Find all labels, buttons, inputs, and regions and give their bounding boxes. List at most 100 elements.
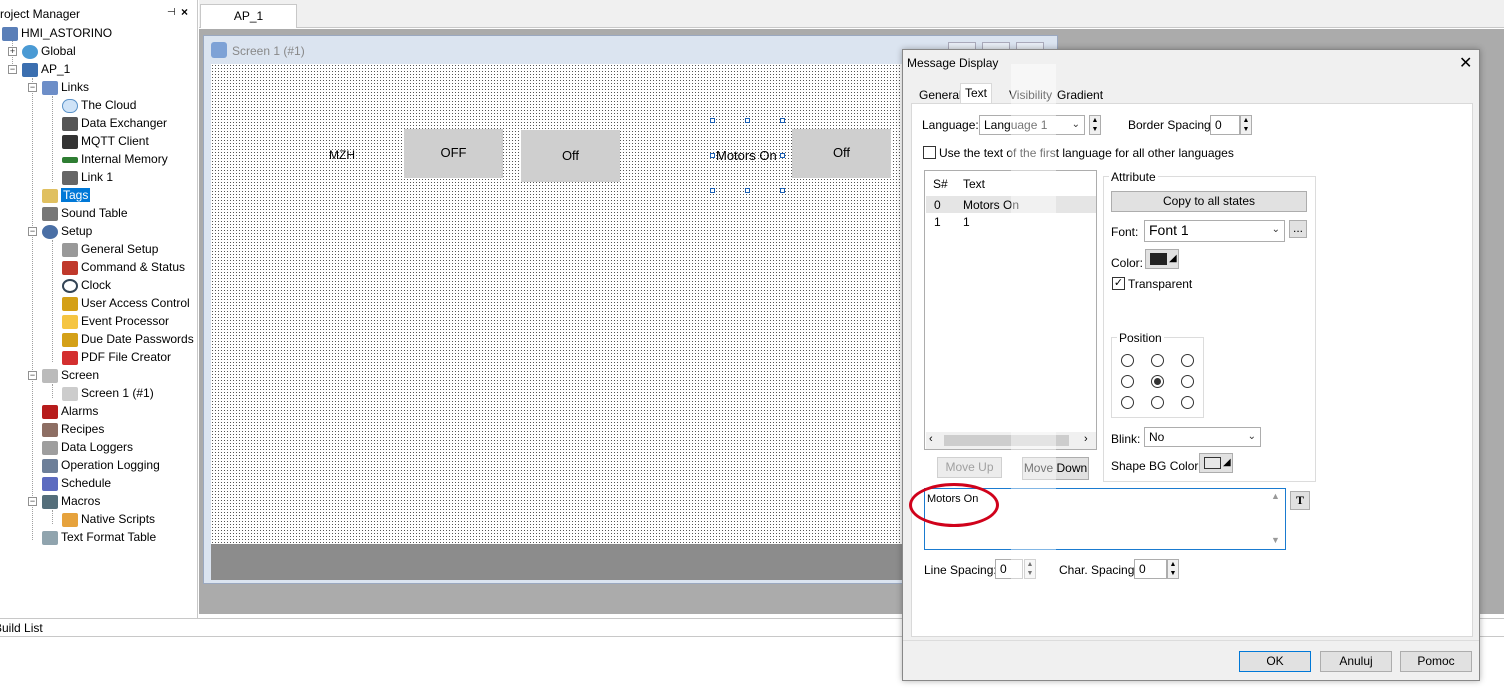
font-more-button[interactable]: ... xyxy=(1289,220,1307,238)
tree-item-sound-table[interactable]: Sound Table xyxy=(42,204,128,222)
tree-item-user-access-control[interactable]: User Access Control xyxy=(62,294,190,312)
resize-handle[interactable] xyxy=(710,188,715,193)
expand-global-icon[interactable]: + xyxy=(8,47,17,56)
globe-icon xyxy=(22,44,38,59)
scroll-down-icon[interactable]: ▼ xyxy=(1271,535,1280,545)
position-bottom-right-radio[interactable] xyxy=(1181,396,1194,409)
tab-text[interactable]: Text xyxy=(960,83,993,104)
log-icon xyxy=(42,458,58,473)
tree-item-screen[interactable]: Screen xyxy=(42,366,99,384)
resize-handle[interactable] xyxy=(780,153,785,158)
tree-item-due-date-passwords[interactable]: Due Date Passwords xyxy=(62,330,194,348)
tree-item-screen-1[interactable]: Screen 1 (#1) xyxy=(62,384,154,402)
build-list-label[interactable]: Build List xyxy=(0,621,43,635)
user-icon xyxy=(62,296,78,311)
language-spinner[interactable]: ▲ ▼ xyxy=(1089,115,1101,135)
collapse-screen-icon[interactable]: − xyxy=(28,371,37,380)
macro-icon xyxy=(42,494,58,509)
position-middle-right-radio[interactable] xyxy=(1181,375,1194,388)
font-select[interactable]: Font 1 ⌄ xyxy=(1144,220,1285,242)
resize-handle[interactable] xyxy=(710,153,715,158)
logger-icon xyxy=(42,440,58,455)
scroll-up-icon[interactable]: ▲ xyxy=(1271,491,1280,501)
resize-handle[interactable] xyxy=(780,188,785,193)
label-mzh[interactable]: MZH xyxy=(329,148,355,162)
tree-item-general-setup[interactable]: General Setup xyxy=(62,240,158,258)
tree-item-global[interactable]: Global xyxy=(22,42,76,60)
tree-item-mqtt-client[interactable]: MQTT Client xyxy=(62,132,149,150)
char-spacing-spinner[interactable]: ▲ ▼ xyxy=(1167,559,1179,579)
position-top-center-radio[interactable] xyxy=(1151,354,1164,367)
annotation-circle xyxy=(909,483,999,527)
message-display-object[interactable]: Motors On xyxy=(716,148,777,163)
collapse-setup-icon[interactable]: − xyxy=(28,227,37,236)
position-top-left-radio[interactable] xyxy=(1121,354,1134,367)
border-spacing-input[interactable]: 0 xyxy=(1210,115,1240,135)
chevron-right-icon[interactable]: › xyxy=(1084,433,1088,445)
color-swatch xyxy=(1150,253,1167,265)
language-label: Language: xyxy=(922,118,979,132)
command-icon xyxy=(62,260,78,275)
tree-item-internal-memory[interactable]: Internal Memory xyxy=(62,150,168,168)
text-color-picker[interactable]: ◢ xyxy=(1145,249,1179,269)
tree-item-operation-logging[interactable]: Operation Logging xyxy=(42,456,160,474)
tab-gradient[interactable]: Gradient xyxy=(1053,86,1107,104)
tree-item-hmi-astorino[interactable]: HMI_ASTORINO xyxy=(2,24,112,42)
help-button[interactable]: Pomoc xyxy=(1400,651,1472,672)
char-spacing-input[interactable]: 0 xyxy=(1134,559,1167,579)
resize-handle[interactable] xyxy=(745,188,750,193)
pdf-icon xyxy=(62,350,78,365)
collapse-macros-icon[interactable]: − xyxy=(28,497,37,506)
position-bottom-center-radio[interactable] xyxy=(1151,396,1164,409)
off-button-2[interactable]: Off xyxy=(521,130,620,182)
tree-item-links[interactable]: Links xyxy=(42,78,89,96)
chevron-left-icon[interactable]: ‹ xyxy=(929,433,933,445)
tree-item-schedule[interactable]: Schedule xyxy=(42,474,111,492)
tree-item-event-processor[interactable]: Event Processor xyxy=(62,312,169,330)
tree-item-data-exchanger[interactable]: Data Exchanger xyxy=(62,114,167,132)
tree-item-data-loggers[interactable]: Data Loggers xyxy=(42,438,133,456)
border-spacing-spinner[interactable]: ▲ ▼ xyxy=(1240,115,1252,135)
off-button-3[interactable]: Off xyxy=(792,129,891,178)
tree-item-native-scripts[interactable]: Native Scripts xyxy=(62,510,155,528)
position-top-right-radio[interactable] xyxy=(1181,354,1194,367)
close-icon[interactable]: × xyxy=(181,5,188,19)
tree-item-setup[interactable]: Setup xyxy=(42,222,92,240)
tree-item-macros[interactable]: Macros xyxy=(42,492,100,510)
tree-item-tags[interactable]: Tags xyxy=(42,186,91,204)
position-center-radio[interactable] xyxy=(1151,375,1164,388)
position-bottom-left-radio[interactable] xyxy=(1121,396,1134,409)
tree-item-the-cloud[interactable]: The Cloud xyxy=(62,96,136,114)
tree-item-clock[interactable]: Clock xyxy=(62,276,111,294)
blink-select[interactable]: No ⌄ xyxy=(1144,427,1261,447)
close-icon[interactable]: ✕ xyxy=(1459,53,1472,73)
tab-ap1[interactable]: AP_1 xyxy=(200,4,297,28)
move-up-button[interactable]: Move Up xyxy=(937,457,1002,478)
tree-item-text-format-table[interactable]: Text Format Table xyxy=(42,528,156,546)
pin-icon[interactable]: ⊣ xyxy=(167,7,176,18)
screen-icon xyxy=(42,368,58,383)
tree-item-ap1[interactable]: AP_1 xyxy=(22,60,70,78)
use-first-language-checkbox[interactable] xyxy=(923,146,936,159)
tree-item-recipes[interactable]: Recipes xyxy=(42,420,104,438)
transparent-checkbox[interactable]: ✓ xyxy=(1112,277,1125,290)
off-button-1[interactable]: OFF xyxy=(404,129,503,178)
tree-item-command-status[interactable]: Command & Status xyxy=(62,258,185,276)
resize-handle[interactable] xyxy=(745,118,750,123)
text-format-button[interactable]: T xyxy=(1290,491,1310,510)
cancel-button[interactable]: Anuluj xyxy=(1320,651,1392,672)
line-spacing-label: Line Spacing: xyxy=(924,563,997,577)
shape-bg-color-picker[interactable]: ◢ xyxy=(1199,453,1233,473)
tree-item-alarms[interactable]: Alarms xyxy=(42,402,98,420)
copy-to-all-states-button[interactable]: Copy to all states xyxy=(1111,191,1307,212)
chevron-down-icon: ⌄ xyxy=(1071,119,1080,130)
tab-general[interactable]: General xyxy=(915,86,966,104)
tree-item-link-1[interactable]: Link 1 xyxy=(62,168,113,186)
resize-handle[interactable] xyxy=(710,118,715,123)
ok-button[interactable]: OK xyxy=(1239,651,1311,672)
resize-handle[interactable] xyxy=(780,118,785,123)
position-middle-left-radio[interactable] xyxy=(1121,375,1134,388)
tree-item-pdf-file-creator[interactable]: PDF File Creator xyxy=(62,348,171,366)
collapse-ap1-icon[interactable]: − xyxy=(8,65,17,74)
collapse-links-icon[interactable]: − xyxy=(28,83,37,92)
